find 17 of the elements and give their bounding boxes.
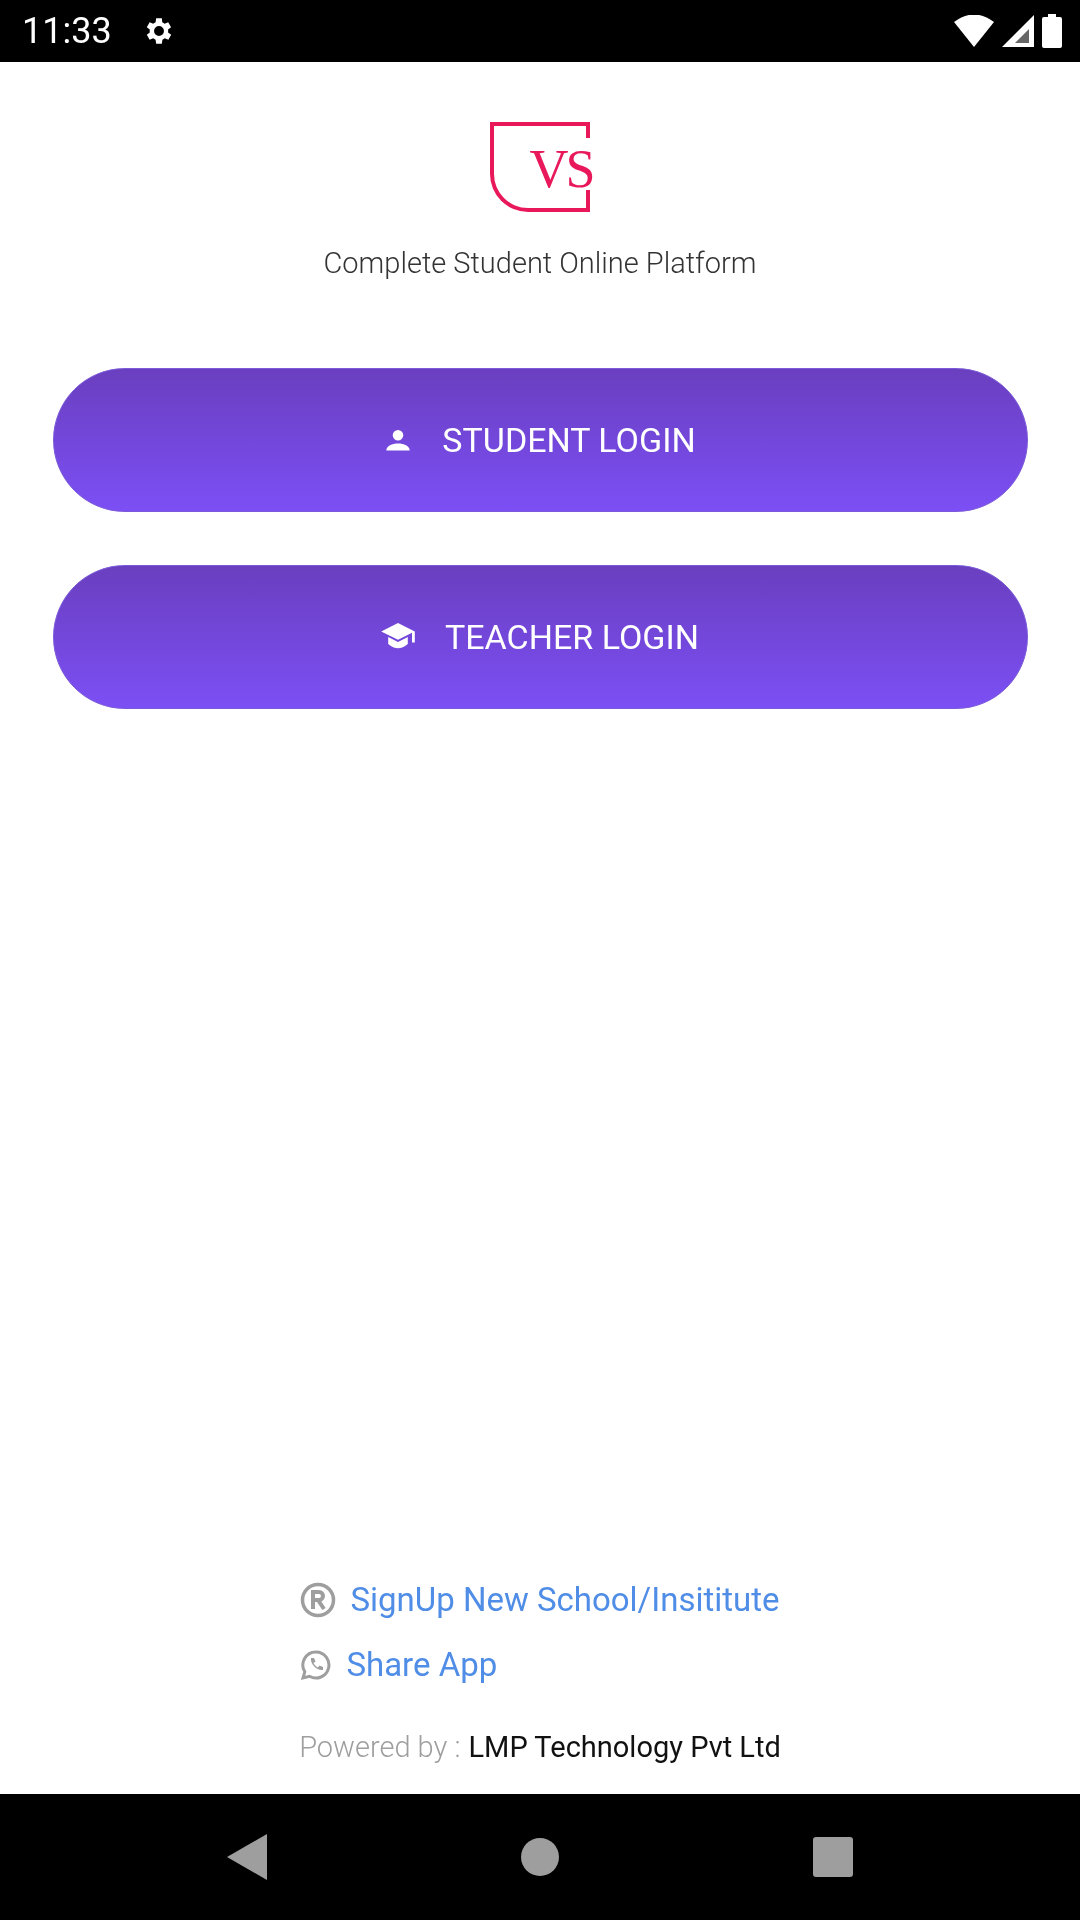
wifi-icon: [954, 15, 994, 47]
login-button[interactable]: TEACHER LOGIN: [52, 565, 1028, 709]
tagline: Complete Student Online Platform: [323, 246, 757, 280]
footer-link[interactable]: Share App: [346, 1645, 498, 1684]
chat-phone-icon: [300, 1648, 333, 1681]
back-icon[interactable]: [226, 1834, 267, 1880]
signal-icon: [1002, 15, 1034, 47]
battery-icon: [1042, 14, 1062, 48]
registered-icon: [300, 1581, 337, 1618]
home-icon[interactable]: [520, 1837, 560, 1877]
recents-icon[interactable]: [813, 1837, 854, 1877]
powered-by-label: Powered by :: [299, 1730, 461, 1764]
graduation-cap-icon: [381, 623, 415, 651]
footer-link[interactable]: SignUp New School/Insititute: [350, 1580, 780, 1619]
company-name: LMP Technology Pvt Ltd: [468, 1730, 781, 1764]
login-button[interactable]: STUDENT LOGIN: [52, 368, 1028, 512]
status-time: 11:33: [22, 10, 112, 52]
